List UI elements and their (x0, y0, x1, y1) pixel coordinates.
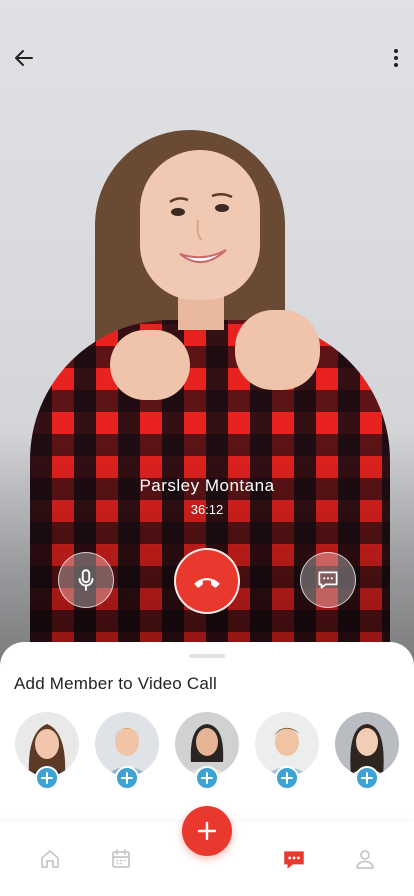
add-member-button[interactable] (275, 766, 299, 790)
tab-profile[interactable] (350, 844, 380, 874)
calendar-icon (112, 849, 130, 868)
back-button[interactable] (8, 42, 40, 74)
plus-icon (121, 772, 133, 784)
arrow-left-icon (15, 50, 33, 66)
more-options-button[interactable] (380, 42, 412, 74)
messages-icon (284, 851, 304, 869)
add-member-button[interactable] (35, 766, 59, 790)
member-item[interactable] (95, 712, 159, 792)
plus-icon (201, 772, 213, 784)
add-member-button[interactable] (115, 766, 139, 790)
caller-hand-left (110, 330, 190, 400)
tab-messages[interactable] (279, 844, 309, 874)
tab-calendar[interactable] (106, 844, 136, 874)
caller-hand-right (235, 310, 320, 390)
tab-home[interactable] (35, 844, 65, 874)
caller-face (140, 150, 260, 300)
plus-icon (41, 772, 53, 784)
member-item[interactable] (175, 712, 239, 792)
add-button[interactable] (182, 806, 232, 856)
plus-icon (361, 772, 373, 784)
chat-button[interactable] (300, 552, 356, 608)
user-icon (356, 850, 374, 869)
home-icon (41, 850, 59, 868)
add-member-button[interactable] (195, 766, 219, 790)
sheet-drag-handle[interactable] (189, 654, 225, 658)
add-member-button[interactable] (355, 766, 379, 790)
sheet-title: Add Member to Video Call (14, 674, 217, 693)
end-call-button[interactable] (174, 548, 240, 614)
plus-icon (197, 821, 217, 841)
plus-icon (281, 772, 293, 784)
call-duration: 36:12 (190, 502, 224, 517)
member-list (0, 712, 414, 792)
caller-name: Parsley Montana (139, 476, 275, 495)
mute-button[interactable] (58, 552, 114, 608)
member-item[interactable] (255, 712, 319, 792)
more-vertical-icon (394, 49, 398, 67)
phone-hangup-icon (194, 578, 220, 588)
member-item[interactable] (15, 712, 79, 792)
member-item[interactable] (335, 712, 399, 792)
chat-bubble-icon (318, 571, 338, 589)
microphone-icon (78, 569, 94, 591)
